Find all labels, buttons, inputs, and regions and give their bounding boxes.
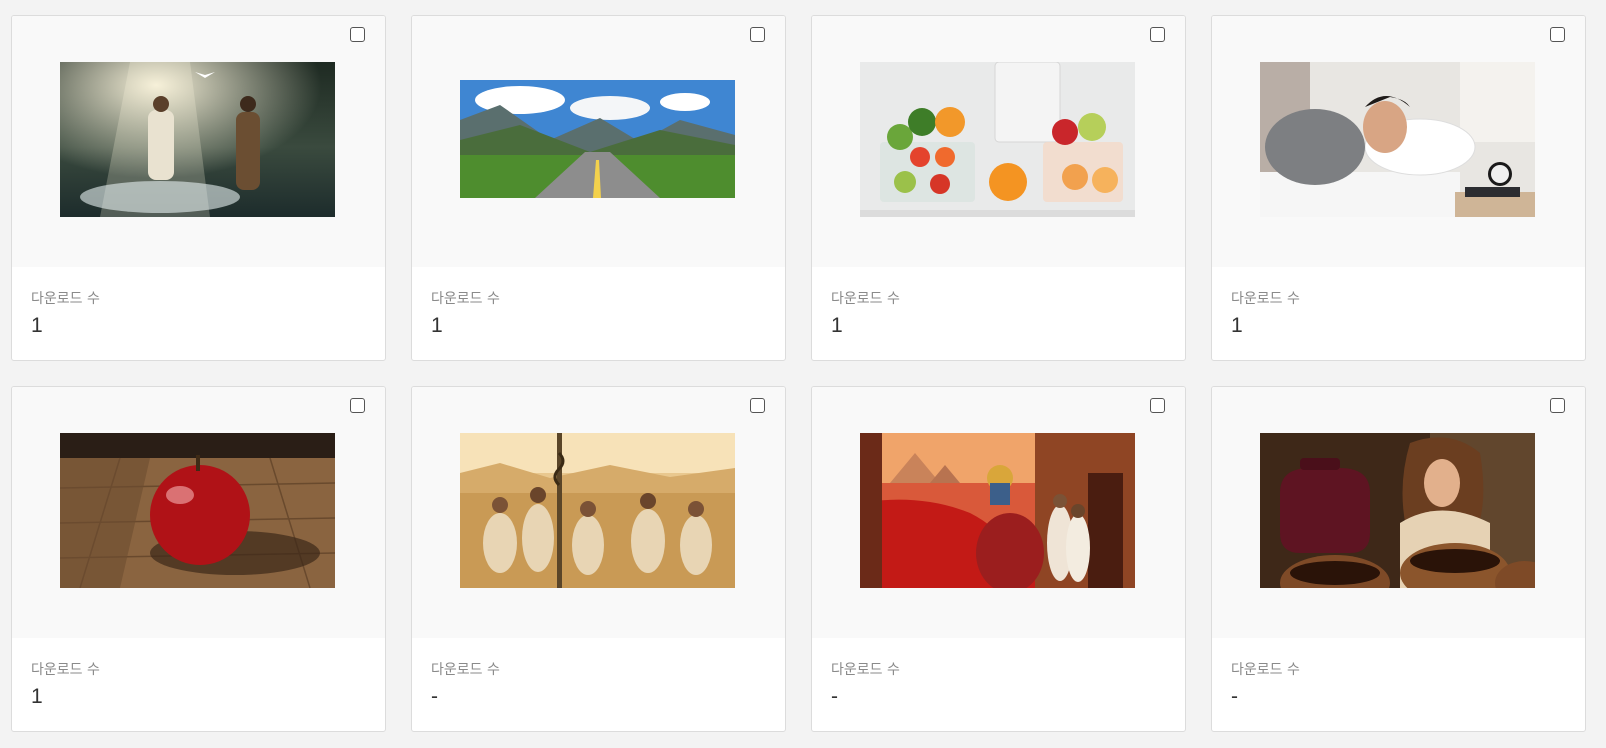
baptism-river-image[interactable] (60, 62, 335, 217)
download-count-value: - (431, 685, 438, 708)
red-river-pharaoh-image[interactable] (860, 433, 1135, 588)
mountain-road-image[interactable] (460, 80, 735, 198)
image-card[interactable]: 다운로드 수 - (811, 386, 1186, 732)
download-count-label: 다운로드 수 (1231, 662, 1300, 678)
image-card[interactable]: 다운로드 수 1 (11, 386, 386, 732)
download-count-value: 1 (1231, 314, 1243, 337)
fridge-fruits-image[interactable] (860, 62, 1135, 217)
select-checkbox[interactable] (750, 398, 765, 413)
select-checkbox[interactable] (1550, 398, 1565, 413)
download-count-label: 다운로드 수 (431, 662, 500, 678)
image-grid: 다운로드 수 1 다운로드 수 1 다운로드 수 1 다운로드 수 1 다운로드… (11, 15, 1586, 732)
select-checkbox[interactable] (350, 398, 365, 413)
image-card[interactable]: 다운로드 수 - (1211, 386, 1586, 732)
download-count-label: 다운로드 수 (31, 291, 100, 307)
download-count-value: - (1231, 685, 1238, 708)
download-count-label: 다운로드 수 (31, 662, 100, 678)
select-checkbox[interactable] (350, 27, 365, 42)
woman-jars-image[interactable] (1260, 433, 1535, 588)
praying-desert-image[interactable] (460, 433, 735, 588)
sleeping-man-image[interactable] (1260, 62, 1535, 217)
download-count-value: 1 (831, 314, 843, 337)
red-apple-image[interactable] (60, 433, 335, 588)
image-card[interactable]: 다운로드 수 1 (11, 15, 386, 361)
download-count-value: - (831, 685, 838, 708)
download-count-value: 1 (31, 314, 43, 337)
select-checkbox[interactable] (1150, 398, 1165, 413)
download-count-label: 다운로드 수 (431, 291, 500, 307)
select-checkbox[interactable] (1550, 27, 1565, 42)
image-card[interactable]: 다운로드 수 - (411, 386, 786, 732)
image-card[interactable]: 다운로드 수 1 (1211, 15, 1586, 361)
download-count-label: 다운로드 수 (1231, 291, 1300, 307)
download-count-label: 다운로드 수 (831, 662, 900, 678)
image-card[interactable]: 다운로드 수 1 (411, 15, 786, 361)
select-checkbox[interactable] (1150, 27, 1165, 42)
select-checkbox[interactable] (750, 27, 765, 42)
download-count-label: 다운로드 수 (831, 291, 900, 307)
image-card[interactable]: 다운로드 수 1 (811, 15, 1186, 361)
download-count-value: 1 (431, 314, 443, 337)
download-count-value: 1 (31, 685, 43, 708)
